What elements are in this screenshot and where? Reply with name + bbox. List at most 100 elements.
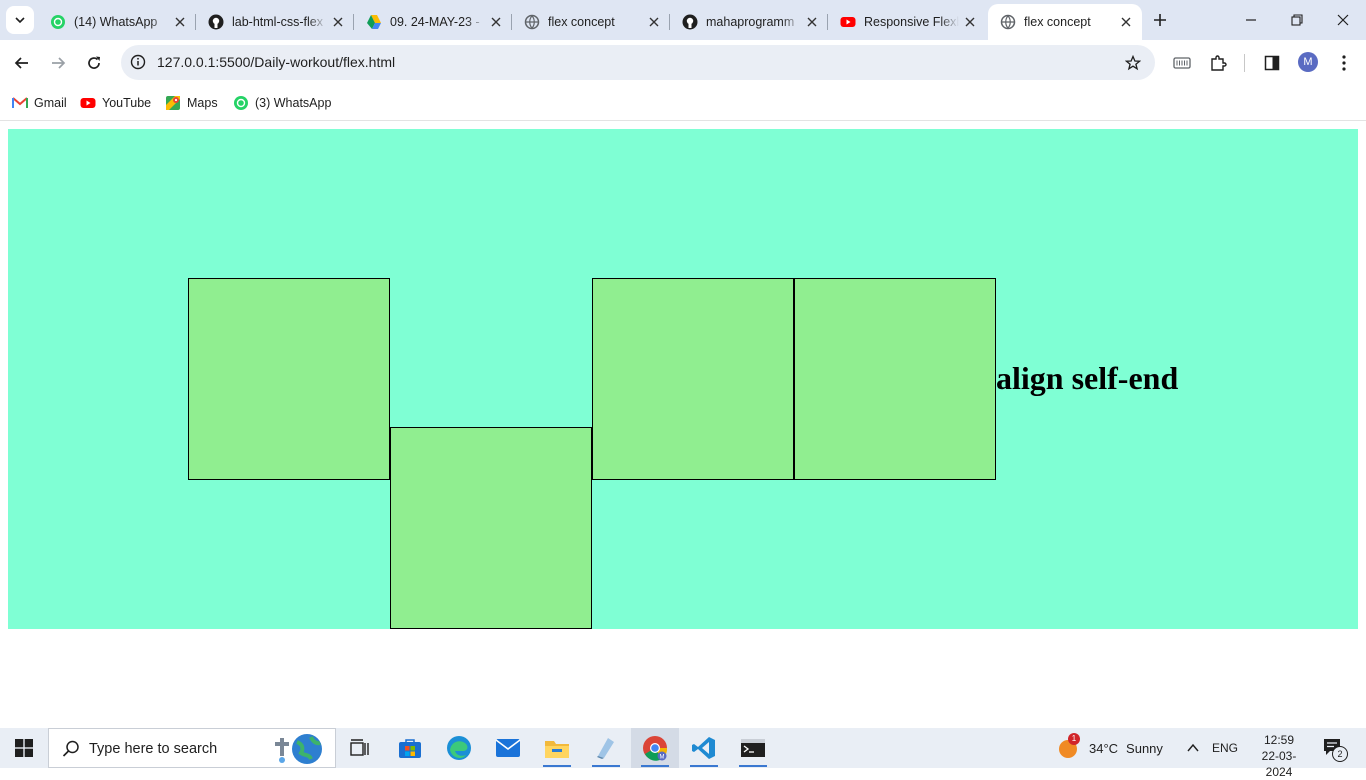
tab-title: Responsive Flexb — [864, 15, 959, 29]
menu-kebab-icon[interactable] — [1333, 52, 1355, 74]
weather-condition: Sunny — [1126, 740, 1163, 756]
active-indicator — [592, 765, 620, 767]
tab-flex-concept-active[interactable]: flex concept — [988, 4, 1142, 40]
minimize-button[interactable] — [1228, 0, 1274, 40]
arrow-right-icon — [52, 57, 66, 69]
clock-time: 12:59 — [1263, 733, 1295, 747]
start-button[interactable] — [0, 728, 48, 768]
address-bar[interactable]: 127.0.0.1:5500/Daily-workout/flex.html — [121, 45, 1155, 80]
toolbar-divider — [1244, 54, 1245, 72]
notification-icon: 2 — [1322, 737, 1348, 762]
notification-center-button[interactable]: 2 — [1322, 728, 1348, 768]
weather-alert-badge: 1 — [1068, 733, 1080, 745]
github-icon — [682, 14, 698, 30]
task-view-button[interactable] — [336, 728, 384, 768]
show-hidden-icons-button[interactable] — [1186, 728, 1200, 768]
terminal-icon — [741, 739, 765, 757]
windows-taskbar: Type here to search M 1 34°C Sunny ENG 1… — [0, 728, 1366, 779]
taskbar-search-box[interactable]: Type here to search — [48, 728, 336, 768]
forward-button[interactable] — [44, 49, 72, 77]
chevron-up-icon — [1187, 743, 1199, 752]
clock-date: 22-03-2024 — [1261, 749, 1297, 779]
chevron-down-icon — [15, 17, 25, 24]
sun-icon: 1 — [1057, 733, 1080, 759]
close-icon[interactable] — [488, 14, 504, 30]
maps-icon — [165, 95, 181, 111]
mail-icon — [495, 739, 521, 757]
tab-strip: (14) WhatsApp lab-html-css-flex 09. 24-M… — [0, 0, 1366, 40]
page-viewport: align self-end — [0, 121, 1366, 728]
tab-search-button[interactable] — [6, 6, 34, 34]
bookmark-maps[interactable]: Maps — [165, 93, 218, 113]
taskbar-terminal[interactable] — [729, 728, 777, 768]
youtube-icon — [840, 14, 856, 30]
system-clock[interactable]: 12:59 22-03-2024 — [1249, 732, 1309, 780]
gmail-icon — [12, 95, 28, 111]
url-text: 127.0.0.1:5500/Daily-workout/flex.html — [157, 54, 396, 70]
reload-button[interactable] — [80, 49, 108, 77]
tab-lab-html-css-flex[interactable]: lab-html-css-flex — [196, 4, 354, 40]
close-window-button[interactable] — [1320, 0, 1366, 40]
tab-title: mahaprogramm — [706, 15, 795, 29]
notepad-icon — [597, 738, 614, 759]
close-icon[interactable] — [1118, 14, 1134, 30]
flex-container: align self-end — [8, 129, 1358, 629]
weather-temp: 34°C — [1089, 740, 1119, 756]
active-indicator — [543, 765, 571, 767]
store-icon — [399, 739, 421, 758]
bookmark-star-icon[interactable] — [1123, 53, 1143, 73]
plus-icon — [1154, 14, 1166, 26]
bookmark-label: Gmail — [34, 96, 67, 110]
notification-count-badge: 2 — [1332, 746, 1348, 762]
whatsapp-icon — [233, 95, 249, 111]
close-icon[interactable] — [962, 14, 978, 30]
taskbar-store[interactable] — [386, 728, 434, 768]
close-icon[interactable] — [646, 14, 662, 30]
tab-title: flex concept — [548, 15, 615, 29]
taskbar-file-explorer[interactable] — [533, 728, 581, 768]
search-placeholder: Type here to search — [89, 741, 218, 757]
close-icon[interactable] — [804, 14, 820, 30]
bookmark-label: (3) WhatsApp — [255, 96, 332, 110]
new-tab-button[interactable] — [1148, 8, 1172, 32]
taskbar-vscode[interactable] — [680, 728, 728, 768]
vscode-icon — [692, 737, 715, 759]
bookmark-whatsapp[interactable]: (3) WhatsApp — [233, 93, 331, 113]
taskbar-mail[interactable] — [484, 728, 532, 768]
browser-toolbar: 127.0.0.1:5500/Daily-workout/flex.html M — [0, 40, 1366, 86]
search-icon — [62, 740, 79, 757]
close-icon[interactable] — [172, 14, 188, 30]
bookmark-youtube[interactable]: YouTube — [80, 93, 151, 113]
taskbar-edge[interactable] — [435, 728, 483, 768]
flex-box-1 — [188, 278, 390, 480]
weather-widget[interactable]: 1 34°C Sunny — [1057, 728, 1163, 768]
tab-whatsapp[interactable]: (14) WhatsApp — [38, 4, 196, 40]
search-highlight-icon[interactable] — [271, 732, 329, 766]
page-heading: align self-end — [996, 360, 1179, 396]
back-button[interactable] — [8, 49, 36, 77]
tab-mahaprogramm[interactable]: mahaprogramm — [670, 4, 828, 40]
tab-title: flex concept — [1024, 15, 1091, 29]
bookmark-gmail[interactable]: Gmail — [12, 93, 67, 113]
minimize-icon — [1246, 19, 1256, 21]
edge-icon — [447, 736, 471, 760]
avatar[interactable]: M — [1298, 52, 1318, 72]
tab-flex-concept[interactable]: flex concept — [512, 4, 670, 40]
tab-drive[interactable]: 09. 24-MAY-23 - — [354, 4, 512, 40]
windows-logo-icon — [15, 739, 33, 757]
youtube-icon — [80, 95, 96, 111]
globe-icon — [524, 14, 540, 30]
close-icon — [1337, 14, 1349, 26]
taskbar-chrome[interactable]: M — [631, 728, 679, 768]
reading-mode-icon[interactable] — [1171, 52, 1193, 74]
info-icon[interactable] — [129, 53, 147, 71]
extensions-icon[interactable] — [1207, 52, 1229, 74]
restore-button[interactable] — [1274, 0, 1320, 40]
taskbar-notepad-app[interactable] — [582, 728, 630, 768]
tab-responsive-flexbox[interactable]: Responsive Flexb — [828, 4, 986, 40]
close-icon[interactable] — [330, 14, 346, 30]
language-indicator[interactable]: ENG — [1212, 728, 1238, 768]
arrow-left-icon — [14, 57, 28, 69]
side-panel-icon[interactable] — [1261, 52, 1283, 74]
github-icon — [208, 14, 224, 30]
